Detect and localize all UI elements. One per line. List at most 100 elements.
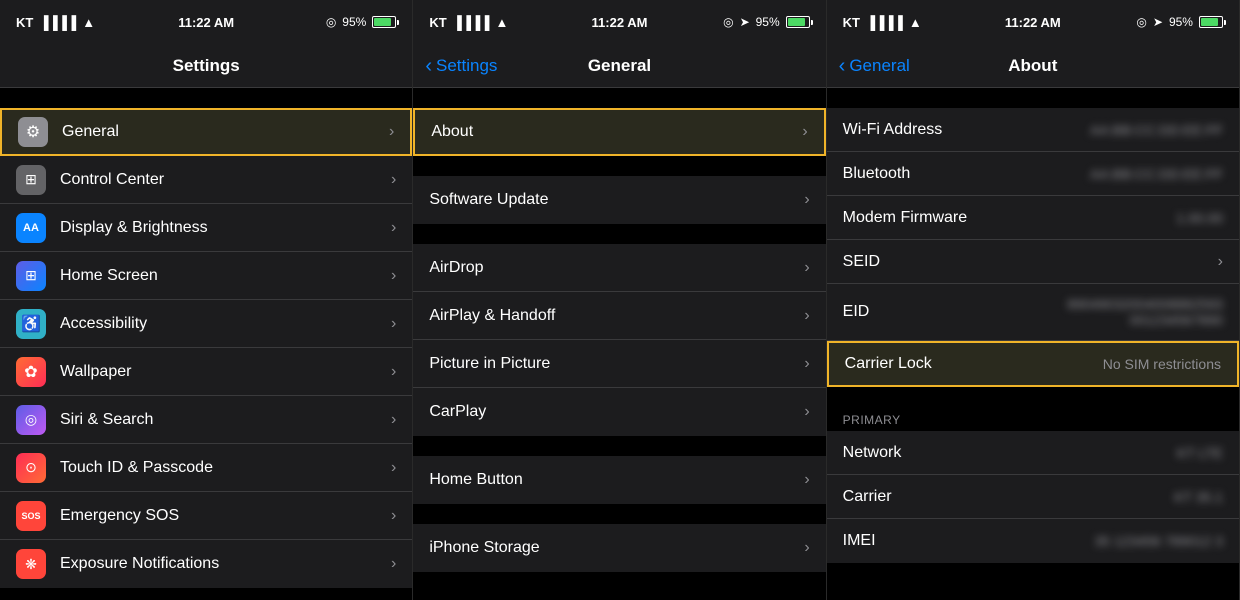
about-row-network: Network KT LTE — [827, 431, 1239, 475]
about-row-modem: Modem Firmware 1.00.00 — [827, 196, 1239, 240]
about-group-primary: Network KT LTE Carrier KT 35.1 IMEI 35 1… — [827, 431, 1239, 563]
carrier-lock-value: No SIM restrictions — [1103, 356, 1221, 372]
battery-fill-1 — [374, 18, 391, 26]
settings-panel: KT ▐▐▐▐ ▲ 11:22 AM ◎ 95% Settings ⚙ — [0, 0, 413, 600]
general-panel: KT ▐▐▐▐ ▲ 11:22 AM ◎ ➤ 95% ‹ Settings Ge… — [413, 0, 826, 600]
about-row-imei: IMEI 35 123456 789012 3 — [827, 519, 1239, 563]
carrier-2: KT — [429, 15, 446, 30]
general-item-software[interactable]: Software Update › — [413, 176, 825, 224]
status-bar-3: KT ▐▐▐▐ ▲ 11:22 AM ◎ ➤ 95% — [827, 0, 1239, 44]
wifi-address-value: AA:BB:CC:DD:EE:FF — [1090, 122, 1223, 138]
imei-value: 35 123456 789012 3 — [1095, 533, 1223, 549]
wallpaper-label: Wallpaper — [60, 363, 391, 381]
about-panel: KT ▐▐▐▐ ▲ 11:22 AM ◎ ➤ 95% ‹ General Abo… — [827, 0, 1240, 600]
battery-pct-3: 95% — [1169, 15, 1193, 29]
general-item-airdrop[interactable]: AirDrop › — [413, 244, 825, 292]
settings-item-home-screen[interactable]: ⊞ Home Screen › — [0, 252, 412, 300]
about-row-carrier: Carrier KT 35.1 — [827, 475, 1239, 519]
accessibility-chevron: › — [391, 315, 396, 333]
settings-item-emergency[interactable]: SOS Emergency SOS › — [0, 492, 412, 540]
accessibility-icon: ♿ — [16, 309, 46, 339]
wifi-address-label: Wi-Fi Address — [843, 121, 1090, 139]
nav-title-3: About — [1008, 56, 1057, 76]
general-group-software: Software Update › — [413, 176, 825, 224]
general-item-carplay[interactable]: CarPlay › — [413, 388, 825, 436]
about-row-seid[interactable]: SEID › — [827, 240, 1239, 284]
settings-item-exposure[interactable]: ❋ Exposure Notifications › — [0, 540, 412, 588]
time-3: 11:22 AM — [1005, 15, 1061, 30]
wifi-icon-1: ▲ — [82, 15, 95, 30]
status-bar-1: KT ▐▐▐▐ ▲ 11:22 AM ◎ 95% — [0, 0, 412, 44]
storage-label: iPhone Storage — [429, 539, 804, 557]
general-chevron: › — [389, 123, 394, 141]
general-group-storage: iPhone Storage › — [413, 524, 825, 572]
settings-item-accessibility[interactable]: ♿ Accessibility › — [0, 300, 412, 348]
airplay-label: AirPlay & Handoff — [429, 307, 804, 325]
airdrop-chevron: › — [804, 259, 809, 277]
status-right-2: ◎ ➤ 95% — [723, 15, 810, 29]
location-icon-3: ◎ — [1136, 15, 1146, 29]
general-group-about: About › — [413, 108, 825, 156]
carrier-lock-label: Carrier Lock — [845, 355, 1103, 373]
settings-item-display[interactable]: AA Display & Brightness › — [0, 204, 412, 252]
location-arrow-2: ➤ — [740, 15, 750, 29]
settings-item-wallpaper[interactable]: ✿ Wallpaper › — [0, 348, 412, 396]
signal-icon-1: ▐▐▐▐ — [39, 15, 76, 30]
nav-title-1: Settings — [173, 56, 240, 76]
bluetooth-value: AA:BB:CC:DD:EE:FF — [1090, 166, 1223, 182]
seid-chevron: › — [1218, 253, 1223, 271]
emergency-label: Emergency SOS — [60, 507, 391, 525]
settings-group-1: ⚙ General › ⊞ Control Center › AA Displa… — [0, 108, 412, 588]
exposure-chevron: › — [391, 555, 396, 573]
location-icon-2: ◎ — [723, 15, 733, 29]
about-group-network: Wi-Fi Address AA:BB:CC:DD:EE:FF Bluetoot… — [827, 108, 1239, 387]
touchid-icon: ⊙ — [16, 453, 46, 483]
software-label: Software Update — [429, 191, 804, 209]
control-center-label: Control Center — [60, 171, 391, 189]
nav-title-2: General — [588, 56, 651, 76]
settings-list: ⚙ General › ⊞ Control Center › AA Displa… — [0, 88, 412, 600]
network-label: Network — [843, 444, 1177, 462]
carplay-chevron: › — [804, 403, 809, 421]
battery-body-1 — [372, 16, 396, 28]
back-button-3[interactable]: ‹ General — [839, 56, 910, 76]
settings-item-general[interactable]: ⚙ General › — [0, 108, 412, 156]
battery-body-2 — [786, 16, 810, 28]
general-item-airplay[interactable]: AirPlay & Handoff › — [413, 292, 825, 340]
back-label-3[interactable]: General — [849, 56, 909, 76]
general-item-pip[interactable]: Picture in Picture › — [413, 340, 825, 388]
general-item-about[interactable]: About › — [413, 108, 825, 156]
pip-chevron: › — [804, 355, 809, 373]
settings-item-siri[interactable]: ◎ Siri & Search › — [0, 396, 412, 444]
battery-fill-2 — [788, 18, 805, 26]
about-list: Wi-Fi Address AA:BB:CC:DD:EE:FF Bluetoot… — [827, 88, 1239, 600]
battery-fill-3 — [1201, 18, 1218, 26]
time-2: 11:22 AM — [592, 15, 648, 30]
battery-pct-1: 95% — [342, 15, 366, 29]
general-item-home-button[interactable]: Home Button › — [413, 456, 825, 504]
carrier-1: KT — [16, 15, 33, 30]
touchid-chevron: › — [391, 459, 396, 477]
eid-label: EID — [843, 303, 1063, 321]
general-list: About › Software Update › AirDrop › AirP… — [413, 88, 825, 600]
settings-item-touchid[interactable]: ⊙ Touch ID & Passcode › — [0, 444, 412, 492]
primary-section-label: PRIMARY — [827, 407, 1239, 431]
battery-icon-1 — [372, 16, 396, 28]
seid-label: SEID — [843, 253, 1218, 271]
general-item-storage[interactable]: iPhone Storage › — [413, 524, 825, 572]
status-right-1: ◎ 95% — [326, 15, 397, 29]
nav-bar-3: ‹ General About — [827, 44, 1239, 88]
back-label-2[interactable]: Settings — [436, 56, 497, 76]
signal-icon-2: ▐▐▐▐ — [453, 15, 490, 30]
general-icon: ⚙ — [18, 117, 48, 147]
display-label: Display & Brightness — [60, 219, 391, 237]
settings-item-control-center[interactable]: ⊞ Control Center › — [0, 156, 412, 204]
back-button-2[interactable]: ‹ Settings — [425, 56, 497, 76]
carrier-label: Carrier — [843, 488, 1175, 506]
home-screen-icon: ⊞ — [16, 261, 46, 291]
emergency-icon: SOS — [16, 501, 46, 531]
exposure-icon: ❋ — [16, 549, 46, 579]
status-right-3: ◎ ➤ 95% — [1136, 15, 1223, 29]
touchid-label: Touch ID & Passcode — [60, 459, 391, 477]
battery-body-3 — [1199, 16, 1223, 28]
